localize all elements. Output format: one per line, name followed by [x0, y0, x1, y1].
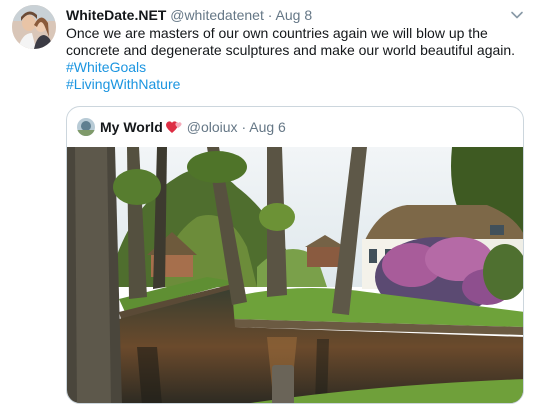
- tweet-body: Once we are masters of our own countries…: [66, 25, 516, 58]
- quoted-author-avatar[interactable]: [77, 118, 95, 136]
- quoted-tweet-header: My World @oloiux · Aug 6: [77, 117, 286, 137]
- tweet-text: Once we are masters of our own countries…: [66, 25, 526, 93]
- quoted-author-handle[interactable]: @oloiux: [187, 119, 238, 135]
- hashtag-white-goals[interactable]: #WhiteGoals: [66, 59, 526, 76]
- quoted-separator-dot: ·: [241, 119, 247, 135]
- quoted-tweet-image[interactable]: [67, 147, 523, 403]
- author-avatar[interactable]: [12, 5, 56, 49]
- quoted-author-name[interactable]: My World: [100, 119, 163, 135]
- canal-village-photo: [67, 147, 523, 403]
- avatar-photo: [12, 5, 56, 49]
- tweet[interactable]: WhiteDate.NET @whitedatenet · Aug 8 Once…: [0, 0, 540, 414]
- author-handle[interactable]: @whitedatenet: [170, 7, 264, 23]
- chevron-down-icon[interactable]: [510, 8, 524, 22]
- hashtag-living-with-nature[interactable]: #LivingWithNature: [66, 76, 526, 93]
- two-hearts-icon: [165, 121, 182, 133]
- tweet-timestamp[interactable]: Aug 8: [276, 7, 313, 23]
- separator-dot: ·: [267, 7, 273, 23]
- tweet-header: WhiteDate.NET @whitedatenet · Aug 8: [66, 6, 312, 24]
- quoted-tweet[interactable]: My World @oloiux · Aug 6: [66, 106, 524, 404]
- quoted-timestamp[interactable]: Aug 6: [249, 119, 286, 135]
- author-name[interactable]: WhiteDate.NET: [66, 7, 166, 23]
